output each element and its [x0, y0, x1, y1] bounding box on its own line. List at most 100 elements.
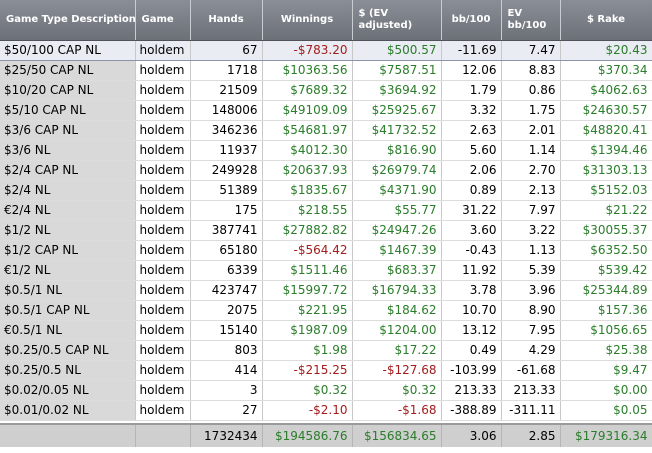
cell-game: holdem	[135, 340, 191, 361]
cell-rake: $24630.57	[560, 100, 652, 121]
cell-game: holdem	[135, 240, 191, 261]
cell-hands: 249928	[190, 160, 263, 181]
cell-winnings: $1511.46	[262, 260, 353, 281]
totals-rake: $179316.34	[560, 423, 652, 447]
cell-game: holdem	[135, 80, 191, 101]
header-row: Game Type Description Game Hands Winning…	[0, 0, 652, 41]
cell-game-type-description: $3/6 CAP NL	[0, 120, 136, 141]
cell-ev-bb100: 3.22	[501, 220, 561, 241]
cell-rake: $20.43	[560, 40, 652, 61]
column-header-bb100[interactable]: bb/100	[441, 0, 502, 41]
cell-ev-bb100: 213.33	[501, 380, 561, 401]
table-row[interactable]: €1/2 NL holdem 6339 $1511.46 $683.37 11.92 5.3…	[0, 260, 652, 281]
cell-game-type-description: €2/4 NL	[0, 200, 136, 221]
table-row[interactable]: $0.25/0.5 CAP NL holdem 803 $1.98 $17.22 0.49…	[0, 340, 652, 361]
stats-table: Game Type Description Game Hands Winning…	[0, 0, 652, 447]
cell-game-type-description: $0.01/0.02 NL	[0, 400, 136, 421]
table-row[interactable]: $25/50 CAP NL holdem 1718 $10363.56 $7587.51…	[0, 60, 652, 81]
cell-winnings: $7689.32	[262, 80, 353, 101]
column-header-game-type-description[interactable]: Game Type Description	[0, 0, 136, 41]
table-row[interactable]: $0.01/0.02 NL holdem 27 -$2.10 -$1.68 -388.89…	[0, 400, 652, 421]
column-header-ev-bb100[interactable]: EV bb/100	[501, 0, 561, 41]
table-row[interactable]: $50/100 CAP NL holdem 67 -$783.20 $500.57 -11…	[0, 40, 652, 61]
cell-hands: 387741	[190, 220, 263, 241]
table-row[interactable]: $0.5/1 NL holdem 423747 $15997.72 $16794.33 3…	[0, 280, 652, 301]
cell-hands: 27	[190, 400, 263, 421]
cell-bb100: 11.92	[441, 260, 502, 281]
stats-grid: Game Type Description Game Hands Winning…	[0, 0, 652, 453]
cell-ev-bb100: 3.96	[501, 280, 561, 301]
cell-game: holdem	[135, 300, 191, 321]
table-row[interactable]: $0.02/0.05 NL holdem 3 $0.32 $0.32 213.33 213.…	[0, 380, 652, 401]
cell-rake: $1394.46	[560, 140, 652, 161]
totals-hands: 1732434	[190, 423, 263, 447]
cell-game-type-description: $0.25/0.5 CAP NL	[0, 340, 136, 361]
cell-hands: 175	[190, 200, 263, 221]
cell-ev-adjusted: $16794.33	[352, 280, 442, 301]
table-row[interactable]: $0.5/1 CAP NL holdem 2075 $221.95 $184.62 10.…	[0, 300, 652, 321]
cell-hands: 11937	[190, 140, 263, 161]
cell-ev-adjusted: $816.90	[352, 140, 442, 161]
table-row[interactable]: $1/2 NL holdem 387741 $27882.82 $24947.26 3.6…	[0, 220, 652, 241]
column-header-rake[interactable]: $ Rake	[560, 0, 652, 41]
table-row[interactable]: $5/10 CAP NL holdem 148006 $49109.09 $25925.…	[0, 100, 652, 121]
cell-bb100: 3.78	[441, 280, 502, 301]
cell-hands: 2075	[190, 300, 263, 321]
table-row[interactable]: $2/4 CAP NL holdem 249928 $20637.93 $26979.7…	[0, 160, 652, 181]
cell-game-type-description: $1/2 CAP NL	[0, 240, 136, 261]
cell-ev-adjusted: $55.77	[352, 200, 442, 221]
table-row[interactable]: $2/4 NL holdem 51389 $1835.67 $4371.90 0.89 2.…	[0, 180, 652, 201]
cell-rake: $1056.65	[560, 320, 652, 341]
cell-rake: $9.47	[560, 360, 652, 381]
cell-hands: 148006	[190, 100, 263, 121]
table-row[interactable]: $10/20 CAP NL holdem 21509 $7689.32 $3694.92…	[0, 80, 652, 101]
cell-game: holdem	[135, 320, 191, 341]
table-row[interactable]: $1/2 CAP NL holdem 65180 -$564.42 $1467.39 -0…	[0, 240, 652, 261]
column-header-hands[interactable]: Hands	[190, 0, 263, 41]
cell-hands: 3	[190, 380, 263, 401]
column-header-ev-adjusted[interactable]: $ (EV adjusted)	[352, 0, 442, 41]
cell-hands: 51389	[190, 180, 263, 201]
cell-rake: $5152.03	[560, 180, 652, 201]
table-row[interactable]: €2/4 NL holdem 175 $218.55 $55.77 31.22 7.97 $2…	[0, 200, 652, 221]
table-row[interactable]: $3/6 CAP NL holdem 346236 $54681.97 $41732.5…	[0, 120, 652, 141]
totals-bb100: 3.06	[441, 423, 502, 447]
cell-game: holdem	[135, 140, 191, 161]
cell-game: holdem	[135, 120, 191, 141]
cell-ev-adjusted: $4371.90	[352, 180, 442, 201]
cell-ev-bb100: 1.75	[501, 100, 561, 121]
cell-ev-adjusted: $1204.00	[352, 320, 442, 341]
cell-winnings: $1.98	[262, 340, 353, 361]
cell-game: holdem	[135, 200, 191, 221]
cell-ev-adjusted: $26979.74	[352, 160, 442, 181]
cell-hands: 346236	[190, 120, 263, 141]
cell-game-type-description: $0.25/0.5 NL	[0, 360, 136, 381]
table-row[interactable]: €0.5/1 NL holdem 15140 $1987.09 $1204.00 13.1…	[0, 320, 652, 341]
table-row[interactable]: $3/6 NL holdem 11937 $4012.30 $816.90 5.60 1.1…	[0, 140, 652, 161]
cell-winnings: -$2.10	[262, 400, 353, 421]
cell-game: holdem	[135, 100, 191, 121]
column-header-game[interactable]: Game	[135, 0, 191, 41]
cell-bb100: 12.06	[441, 60, 502, 81]
cell-bb100: 13.12	[441, 320, 502, 341]
cell-ev-adjusted: $3694.92	[352, 80, 442, 101]
cell-bb100: -0.43	[441, 240, 502, 261]
cell-ev-adjusted: -$127.68	[352, 360, 442, 381]
cell-bb100: -388.89	[441, 400, 502, 421]
table-row[interactable]: $0.25/0.5 NL holdem 414 -$215.25 -$127.68 -10…	[0, 360, 652, 381]
cell-bb100: -103.99	[441, 360, 502, 381]
cell-game-type-description: €0.5/1 NL	[0, 320, 136, 341]
cell-ev-bb100: 0.86	[501, 80, 561, 101]
cell-game: holdem	[135, 260, 191, 281]
cell-rake: $48820.41	[560, 120, 652, 141]
cell-winnings: $54681.97	[262, 120, 353, 141]
cell-rake: $370.34	[560, 60, 652, 81]
cell-winnings: $4012.30	[262, 140, 353, 161]
totals-row: 1732434 $194586.76 $156834.65 3.06 2.85 …	[0, 423, 652, 447]
cell-game: holdem	[135, 280, 191, 301]
cell-bb100: 3.60	[441, 220, 502, 241]
cell-game-type-description: $2/4 NL	[0, 180, 136, 201]
cell-game: holdem	[135, 40, 191, 61]
cell-hands: 65180	[190, 240, 263, 261]
column-header-winnings[interactable]: Winnings	[262, 0, 353, 41]
